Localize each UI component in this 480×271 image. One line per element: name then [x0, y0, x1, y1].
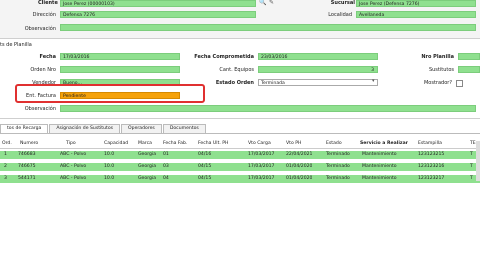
cell-tipo: ABC - Polvo [60, 176, 87, 181]
cant-equipos-label: Cant. Equipos [219, 67, 254, 73]
cell-tipo: ABC - Polvo [60, 152, 87, 157]
cell-vto-ph: 01/04/2020 [286, 164, 313, 169]
cell-marca: Georgia [138, 152, 157, 157]
cell-servicio: Mantenimiento [362, 176, 397, 181]
cell-servicio: Mantenimiento [362, 152, 397, 157]
col-numero[interactable]: Numero [20, 140, 38, 148]
section-title: ts de Planilla [0, 42, 32, 48]
cell-te: T [470, 152, 473, 157]
direccion-label: Dirección [32, 12, 56, 18]
tab-recarga[interactable]: tos de Recarga [0, 124, 49, 133]
cliente-label: Cliente [38, 0, 58, 6]
sucursal-field[interactable]: Jose Perez (Defensa 7276) [356, 0, 476, 7]
cell-vto-carga: 17/03/2017 [248, 176, 275, 181]
col-servicio[interactable]: Servicio a Realizar [360, 140, 408, 148]
cell-estampilla: 123123217 [418, 176, 445, 181]
cell-capacidad: 10.0 [104, 176, 115, 181]
cant-equipos-field[interactable]: 3 [258, 66, 378, 73]
cell-fecha-ult-ph: 04/16 [198, 152, 212, 157]
fecha-label: Fecha [39, 54, 56, 60]
cell-estado: Terminado [326, 164, 350, 169]
cell-vto-ph: 22/04/2021 [286, 152, 313, 157]
cell-tipo: ABC - Polvo [60, 164, 87, 169]
search-icon[interactable]: 🔍 [259, 0, 266, 6]
estado-orden-select[interactable]: Terminada [258, 79, 378, 86]
cell-servicio: Mantenimiento [362, 164, 397, 169]
cell-vto-carga: 17/03/2017 [248, 164, 275, 169]
col-vto-ph[interactable]: Vto PH [286, 140, 301, 148]
highlight-annotation [15, 84, 205, 103]
form-observacion-label: Observación [24, 106, 56, 112]
sustitutos-label: Sustitutos [428, 67, 454, 73]
orden-nro-field[interactable] [60, 66, 180, 73]
col-estampilla[interactable]: Estampilla [418, 140, 442, 148]
equipment-table: Ord. Numero Tipo Capacidad Marca Fecha F… [0, 133, 480, 271]
chevron-down-icon[interactable]: ▾ [372, 78, 375, 84]
col-ord[interactable]: Ord. [2, 140, 12, 148]
table-row[interactable]: 3 544171 ABC - Polvo 10.0 Georgia 04 04/… [0, 175, 480, 183]
col-marca[interactable]: Marca [138, 140, 152, 148]
cell-estampilla: 123123215 [418, 152, 445, 157]
observacion-field[interactable] [60, 24, 476, 31]
tab-bar: tos de Recarga Asignación de Sustitutos … [0, 124, 207, 133]
observacion-label: Observación [24, 26, 56, 32]
sustitutos-field[interactable] [458, 66, 480, 73]
table-row[interactable]: 1 746683 ABC - Polvo 10.0 Georgia 01 04/… [0, 151, 480, 159]
nro-planilla-label: Nro Planilla [421, 54, 454, 60]
orden-nro-label: Orden Nro [30, 67, 56, 73]
localidad-field[interactable]: Avellaneda [356, 11, 476, 18]
tab-operadores[interactable]: Operadores [121, 124, 162, 133]
col-vto-carga[interactable]: Vto Carga [248, 140, 271, 148]
cell-estado: Terminado [326, 176, 350, 181]
col-te[interactable]: TE [470, 140, 476, 148]
cell-capacidad: 10.0 [104, 152, 115, 157]
edit-icon[interactable]: ✎ [269, 0, 274, 6]
cell-fecha-ult-ph: 04/15 [198, 164, 212, 169]
tab-documentos[interactable]: Documentos [162, 124, 206, 133]
col-fecha-ult-ph[interactable]: Fecha Ult. PH [198, 140, 229, 148]
mostrador-checkbox[interactable] [456, 80, 463, 87]
mostrador-label: Mostrador? [423, 80, 452, 86]
col-fecha-fab[interactable]: Fecha Fab. [163, 140, 187, 148]
fecha-comprometida-field[interactable]: 23/03/2016 [258, 53, 378, 60]
cliente-field[interactable]: Jose Perez (00000103) [60, 0, 256, 7]
table-row[interactable]: 2 746675 ABC - Polvo 10.0 Georgia 03 04/… [0, 163, 480, 171]
cell-vto-ph: 01/04/2020 [286, 176, 313, 181]
nro-planilla-field[interactable] [458, 53, 480, 60]
cell-estampilla: 123123216 [418, 164, 445, 169]
divider [0, 118, 480, 119]
fecha-comprometida-label: Fecha Comprometida [194, 54, 254, 60]
cell-estado: Terminado [326, 152, 350, 157]
cell-fecha-fab: 04 [163, 176, 169, 181]
col-capacidad[interactable]: Capacidad [104, 140, 128, 148]
cell-marca: Georgia [138, 176, 157, 181]
cell-fecha-ult-ph: 04/15 [198, 176, 212, 181]
fecha-field[interactable]: 17/03/2016 [60, 53, 180, 60]
cell-vto-carga: 17/03/2017 [248, 152, 275, 157]
cell-ord: 3 [4, 176, 7, 181]
table-header: Ord. Numero Tipo Capacidad Marca Fecha F… [0, 140, 480, 149]
cell-fecha-fab: 01 [163, 152, 169, 157]
cell-te: T [470, 176, 473, 181]
cell-te: T [470, 164, 473, 169]
localidad-label: Localidad [328, 12, 352, 18]
cell-numero: 746683 [18, 152, 36, 157]
cell-numero: 544171 [18, 176, 36, 181]
sucursal-label: Sucursal [330, 0, 355, 6]
cell-marca: Georgia [138, 164, 157, 169]
vertical-scrollbar[interactable] [476, 141, 480, 181]
cell-fecha-fab: 03 [163, 164, 169, 169]
cell-numero: 746675 [18, 164, 36, 169]
divider [0, 38, 480, 39]
col-tipo[interactable]: Tipo [66, 140, 76, 148]
direccion-field[interactable]: Defensa 7276 [60, 11, 256, 18]
tab-sustitutos[interactable]: Asignación de Sustitutos [49, 124, 121, 133]
cell-ord: 1 [4, 152, 7, 157]
form-observacion-field[interactable] [60, 105, 476, 112]
cell-ord: 2 [4, 164, 7, 169]
col-estado[interactable]: Estado [326, 140, 342, 148]
estado-orden-label: Estado Orden [215, 80, 254, 86]
cell-capacidad: 10.0 [104, 164, 115, 169]
